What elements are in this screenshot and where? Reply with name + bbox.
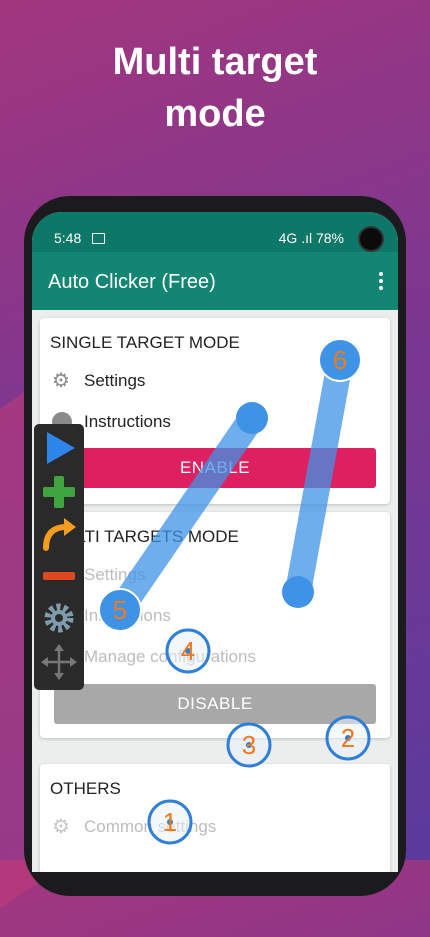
disable-button[interactable]: DISABLE	[54, 684, 376, 724]
app-title: Auto Clicker (Free)	[48, 271, 216, 293]
others-card: OTHERS ⚙ Common settings	[40, 764, 390, 872]
single-target-card: SINGLE TARGET MODE ⚙ Settings i Instruct…	[40, 318, 390, 504]
status-indicators: 4G .ıl 78%	[278, 230, 344, 246]
gear-icon[interactable]	[39, 598, 79, 638]
headline-line1: Multi target	[112, 41, 318, 83]
single-target-title: SINGLE TARGET MODE	[50, 333, 240, 352]
app-bar: Auto Clicker (Free)	[32, 252, 398, 310]
more-options-icon[interactable]	[378, 272, 384, 292]
phone-screen: 5:48 4G .ıl 78% Auto Clicker (Free) SING…	[32, 212, 398, 872]
add-icon[interactable]	[39, 472, 79, 512]
remove-icon[interactable]	[39, 556, 79, 596]
camera-icon	[358, 226, 384, 252]
multi-settings-label: Settings	[84, 565, 146, 584]
headline: Multi target mode	[0, 36, 430, 140]
gallery-icon	[92, 233, 105, 244]
enable-button[interactable]: ENABLE	[54, 448, 376, 488]
gear-icon: ⚙	[52, 816, 70, 838]
headline-line2: mode	[164, 93, 266, 135]
multi-targets-card: MULTI TARGETS MODE ⚙ Settings ⓘ Instruct…	[40, 512, 390, 738]
manage-configurations-label: Manage configurations	[84, 647, 257, 666]
status-time: 5:48	[54, 230, 82, 246]
gear-icon: ⚙	[52, 370, 70, 392]
single-instructions-label: Instructions	[84, 412, 171, 431]
floating-toolbar	[34, 424, 84, 690]
common-settings-label: Common settings	[84, 817, 217, 836]
status-bar: 5:48 4G .ıl 78%	[32, 212, 398, 252]
multi-instructions-label: Instructions	[84, 606, 171, 625]
others-title: OTHERS	[50, 779, 121, 798]
single-settings-label: Settings	[84, 371, 146, 390]
move-icon[interactable]	[39, 642, 79, 682]
swipe-icon[interactable]	[39, 514, 79, 554]
play-icon[interactable]	[39, 428, 79, 468]
